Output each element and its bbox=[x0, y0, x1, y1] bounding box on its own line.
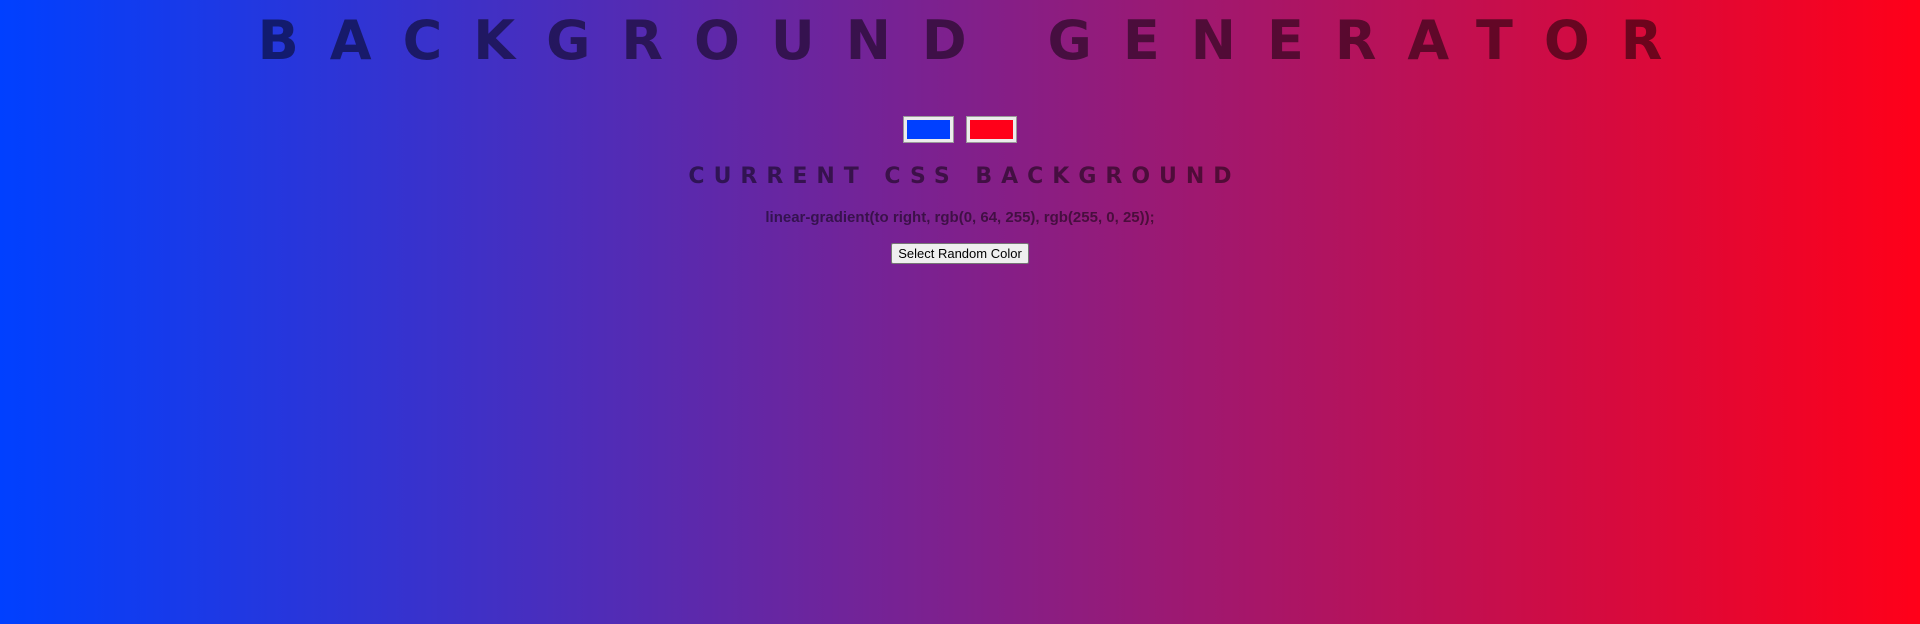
css-background-value: linear-gradient(to right, rgb(0, 64, 255… bbox=[765, 209, 1155, 226]
select-random-color-button[interactable]: Select Random Color bbox=[891, 243, 1029, 264]
color-pickers bbox=[0, 117, 1920, 143]
page-title: BACKGROUND GENERATOR bbox=[257, 9, 1694, 72]
color-picker-1[interactable] bbox=[904, 117, 953, 142]
color-picker-2[interactable] bbox=[967, 117, 1016, 142]
css-background-heading: CURRENT CSS BACKGROUND bbox=[688, 164, 1241, 189]
